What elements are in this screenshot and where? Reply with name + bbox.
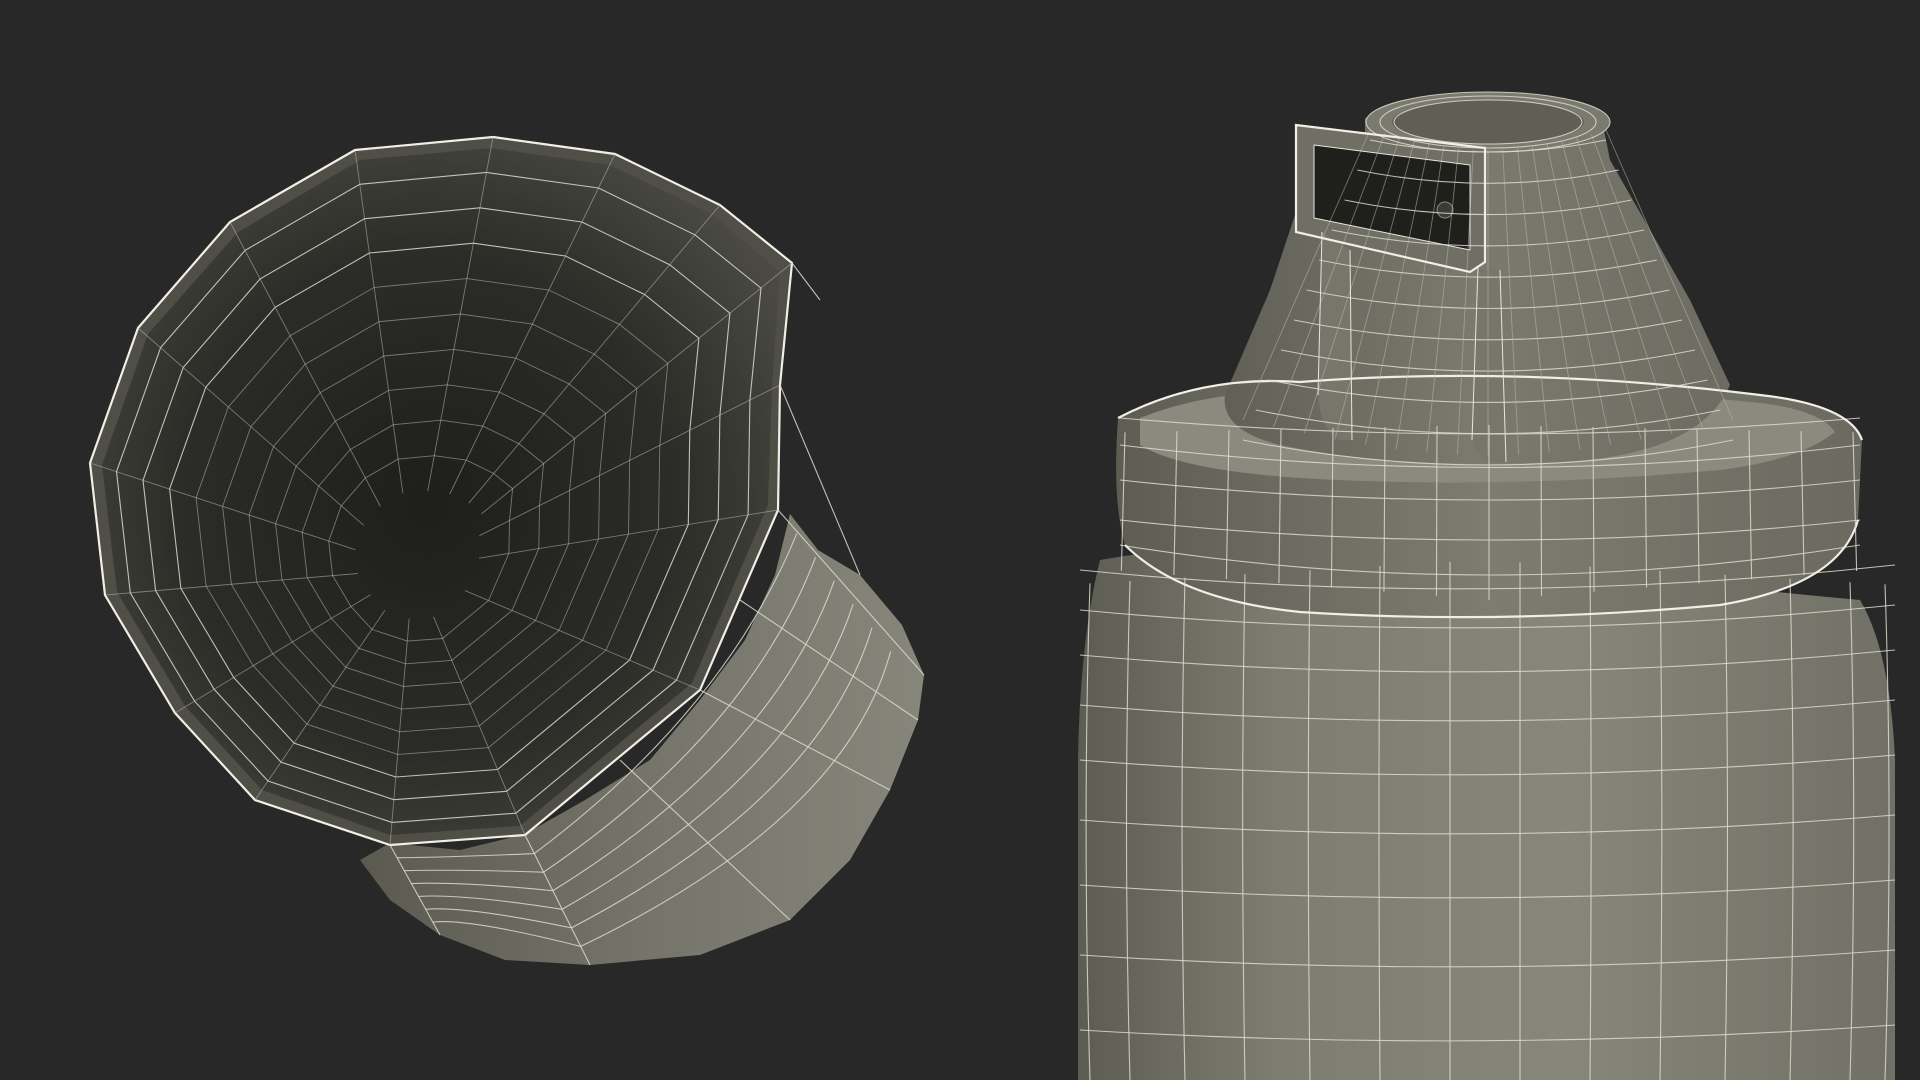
- can-collar-meridian: [1540, 426, 1543, 596]
- wireframe-render: [88, 91, 1896, 1080]
- spray-can-wireframe: [1078, 91, 1896, 1080]
- render-viewport: [0, 0, 1920, 1080]
- can-spray-hole: [1436, 201, 1454, 219]
- cap-wall-edge: [791, 262, 821, 301]
- can-body: [1078, 545, 1895, 1080]
- can-collar-meridian: [1435, 426, 1438, 596]
- spray-cap-wireframe: [88, 135, 925, 966]
